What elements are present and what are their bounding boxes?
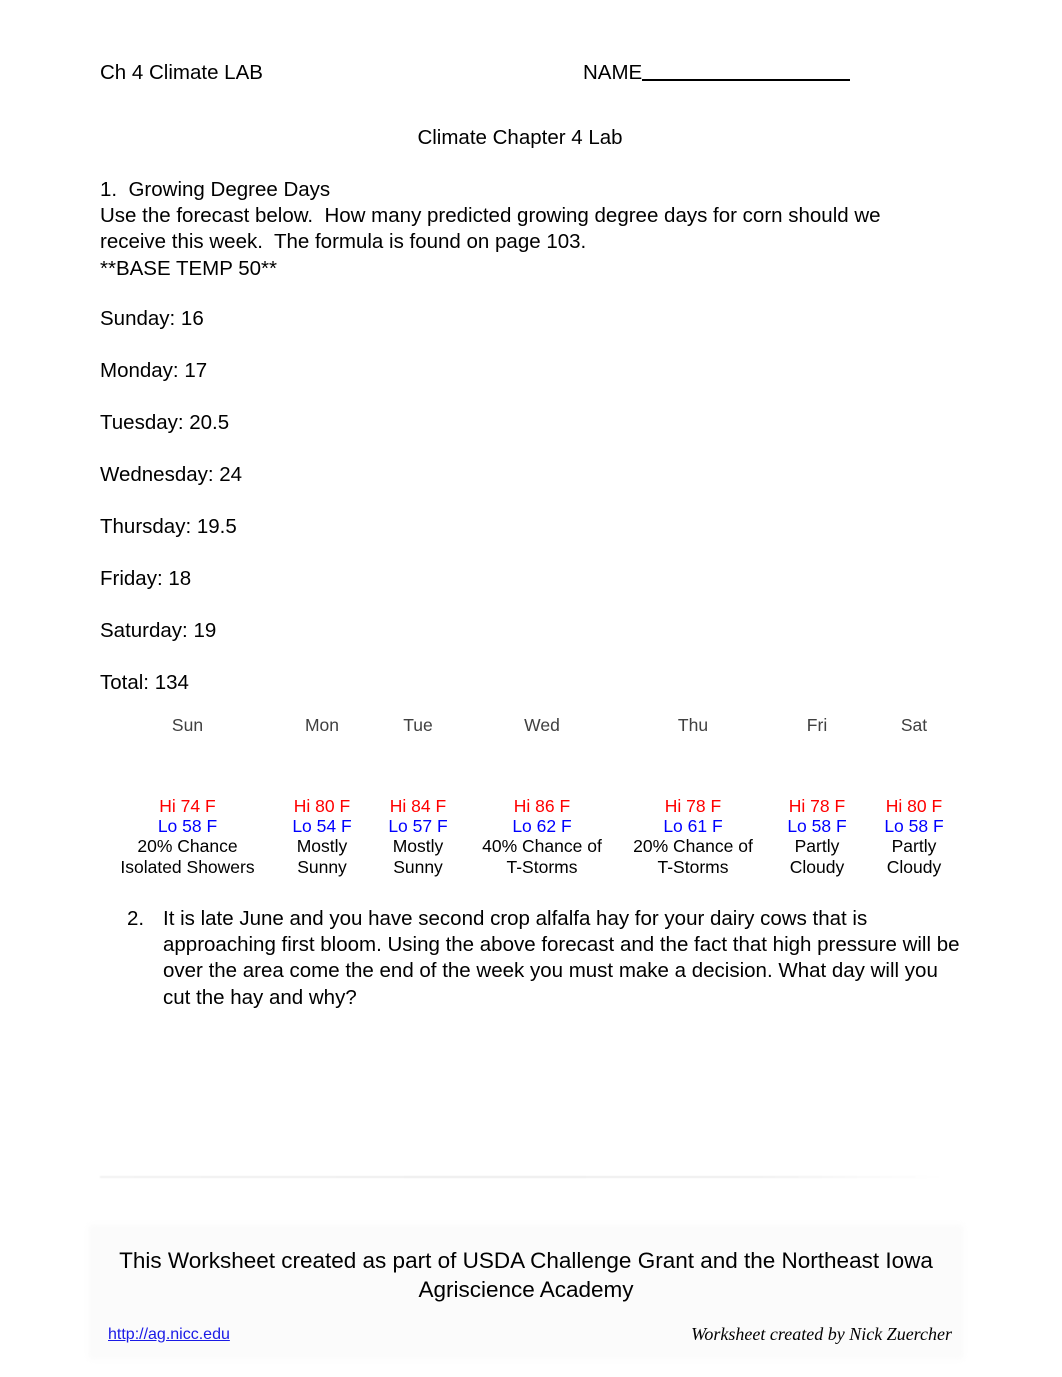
- forecast-day-details: Hi 84 F Lo 57 F Mostly Sunny: [378, 796, 458, 877]
- footer-author-credit: Worksheet created by Nick Zuercher: [691, 1324, 952, 1344]
- list-item: Sunday: 16: [100, 307, 204, 330]
- footer-divider: [100, 1176, 945, 1178]
- forecast-description-line-2: T-Storms: [506, 856, 578, 877]
- forecast-high-temp: Hi 84 F: [389, 796, 447, 816]
- forecast-low-temp: Lo 58 F: [157, 816, 218, 837]
- question-1-line-3: receive this week. The formula is found …: [100, 230, 587, 254]
- question-1-line-2: Use the forecast below. How many predict…: [100, 204, 881, 228]
- list-item: Thursday: 19.5: [100, 515, 237, 538]
- forecast-description-line-1: 20% Chance of: [633, 836, 753, 857]
- forecast-description-line-2: Cloudy: [886, 856, 942, 877]
- page-header: Ch 4 Climate LAB NAME: [100, 60, 962, 90]
- forecast-low-temp: Lo 54 F: [292, 816, 352, 837]
- forecast-day-details: Hi 80 F Lo 54 F Mostly Sunny: [282, 796, 362, 877]
- forecast-description-line-2: T-Storms: [657, 856, 729, 877]
- list-item: Friday: 18: [100, 567, 192, 590]
- question-1-heading: 1. Growing Degree Days: [100, 178, 331, 201]
- forecast-description-line-1: 40% Chance of: [482, 836, 602, 857]
- forecast-description-line-2: Sunny: [393, 856, 443, 877]
- forecast-low-temp: Lo 61 F: [663, 816, 723, 837]
- question-2-number: 2.: [127, 907, 145, 930]
- forecast-day-details: Hi 74 F Lo 58 F 20% Chance Isolated Show…: [100, 796, 275, 877]
- page-title: Climate Chapter 4 Lab: [417, 126, 623, 149]
- forecast-description-line-2: Cloudy: [789, 856, 845, 877]
- name-label: NAME: [583, 61, 643, 84]
- forecast-day-label: Thu: [677, 715, 709, 735]
- forecast-high-temp: Hi 78 F: [788, 796, 846, 816]
- forecast-day-label: Fri: [806, 715, 828, 735]
- forecast-day-label: Mon: [304, 715, 340, 735]
- list-item: Wednesday: 24: [100, 463, 243, 486]
- weather-forecast-table: Sun Hi 74 F Lo 58 F 20% Chance Isolated …: [100, 714, 962, 889]
- forecast-low-temp: Lo 57 F: [388, 816, 448, 837]
- forecast-day-label: Sun: [171, 715, 204, 735]
- forecast-low-temp: Lo 58 F: [884, 816, 944, 837]
- forecast-day-label: Tue: [403, 715, 433, 735]
- question-2-text: It is late June and you have second crop…: [163, 907, 960, 1009]
- forecast-high-temp: Hi 80 F: [293, 796, 351, 816]
- forecast-low-temp: Lo 58 F: [787, 816, 847, 837]
- worksheet-page: Ch 4 Climate LAB NAME Climate Chapter 4 …: [0, 0, 1062, 1377]
- forecast-day-details: Hi 80 F Lo 58 F Partly Cloudy: [875, 796, 953, 877]
- lab-title: Ch 4 Climate LAB: [100, 61, 263, 84]
- forecast-high-temp: Hi 86 F: [513, 796, 571, 816]
- forecast-low-temp: Lo 62 F: [512, 816, 572, 837]
- name-field-area: NAME: [583, 60, 851, 86]
- question-1-block: 1. Growing Degree Days Use the forecast …: [100, 177, 930, 282]
- question-1-line-4: **BASE TEMP 50**: [100, 256, 278, 280]
- list-item: Saturday: 19: [100, 619, 217, 642]
- gdd-answer-list: Sunday: 16 Monday: 17 Tuesday: 20.5 Wedn…: [100, 306, 600, 722]
- forecast-high-temp: Hi 78 F: [664, 796, 722, 816]
- forecast-description-line-2: Isolated Showers: [120, 856, 255, 877]
- forecast-high-temp: Hi 74 F: [159, 796, 216, 816]
- forecast-description-line-2: Sunny: [297, 856, 347, 877]
- forecast-day-label: Sat: [900, 715, 928, 735]
- footer-credit-box: This Worksheet created as part of USDA C…: [92, 1228, 960, 1356]
- name-write-in-blank[interactable]: [642, 61, 851, 81]
- footer-heading: This Worksheet created as part of USDA C…: [119, 1248, 933, 1302]
- forecast-day-details: Hi 78 F Lo 61 F 20% Chance of T-Storms: [623, 796, 763, 877]
- forecast-description-line-1: Mostly: [296, 836, 348, 857]
- forecast-day-details: Hi 78 F Lo 58 F Partly Cloudy: [778, 796, 856, 877]
- forecast-day-label: Wed: [524, 715, 560, 735]
- forecast-high-temp: Hi 80 F: [885, 796, 943, 816]
- forecast-description-line-1: Mostly: [392, 836, 444, 857]
- footer-website-link[interactable]: http://ag.nicc.edu: [108, 1326, 230, 1344]
- forecast-day-details: Hi 86 F Lo 62 F 40% Chance of T-Storms: [472, 796, 612, 877]
- list-item: Monday: 17: [100, 359, 208, 382]
- forecast-description-line-1: 20% Chance: [137, 836, 238, 857]
- list-item: Tuesday: 20.5: [100, 411, 230, 434]
- forecast-description-line-1: Partly: [891, 836, 937, 857]
- forecast-description-line-1: Partly: [794, 836, 840, 857]
